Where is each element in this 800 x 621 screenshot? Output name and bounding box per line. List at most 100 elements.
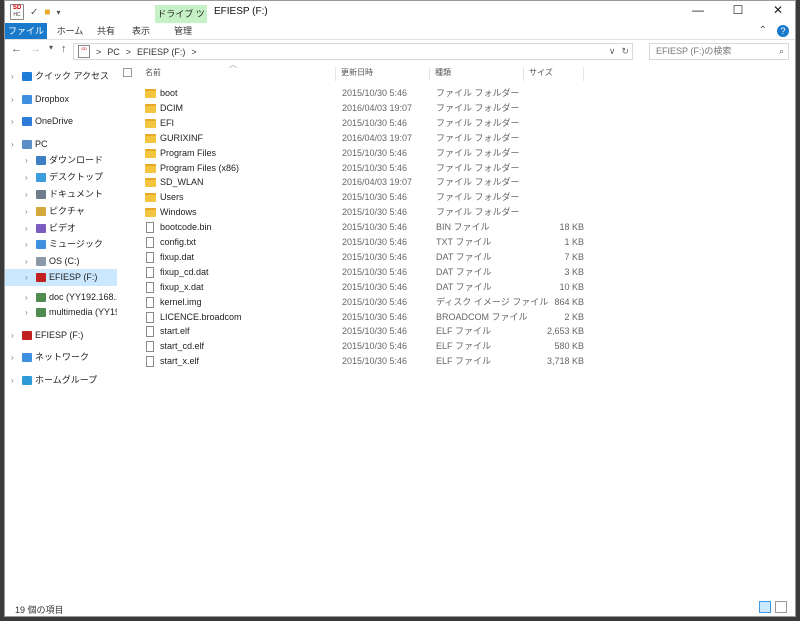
help-icon[interactable]: ? (777, 25, 789, 37)
tab-view[interactable]: 表示 (126, 23, 156, 39)
dropbox-icon (22, 95, 32, 104)
expand-chevron-icon[interactable]: › (11, 91, 14, 108)
sidebar-item[interactable]: › ネットワーク (5, 349, 117, 366)
sidebar-item[interactable]: › デスクトップ (5, 169, 117, 186)
file-row[interactable]: Windows 2015/10/30 5:46 ファイル フォルダー (123, 205, 583, 220)
expand-chevron-icon[interactable]: › (11, 327, 14, 344)
quick-access-toolbar: SD HC ✓ ■ ▾ (10, 4, 60, 20)
address-bar[interactable]: SD > PC > EFIESP (F:) > ∨ ↻ (73, 43, 633, 60)
file-row[interactable]: boot 2015/10/30 5:46 ファイル フォルダー (123, 86, 583, 101)
file-icon (146, 251, 154, 263)
new-folder-icon[interactable]: ■ (44, 7, 50, 18)
sidebar-item[interactable]: › クイック アクセス (5, 68, 117, 85)
minimize-button[interactable]: — (689, 3, 707, 17)
sidebar-item[interactable]: › Dropbox (5, 91, 117, 108)
sidebar-item[interactable]: › ミュージック (5, 236, 117, 253)
expand-chevron-icon[interactable]: › (11, 349, 14, 366)
folder-icon (145, 118, 156, 128)
details-view-icon[interactable] (759, 601, 771, 613)
sidebar-item-label: PC (35, 139, 48, 149)
forward-arrow-icon[interactable]: → (30, 43, 41, 55)
file-date: 2015/10/30 5:46 (342, 162, 408, 173)
tab-manage[interactable]: 管理 (165, 23, 201, 39)
sidebar-item[interactable]: › ホームグループ (5, 372, 117, 389)
file-row[interactable]: EFI 2015/10/30 5:46 ファイル フォルダー (123, 116, 583, 131)
expand-chevron-icon[interactable]: › (11, 68, 14, 85)
column-name[interactable]: 名前 (145, 67, 336, 81)
expand-chevron-icon[interactable]: › (25, 186, 28, 203)
title-bar: SDHC ✓ ■ ▾ ドライブ ツール EFIESP (F:) — ☐ ✕ (5, 1, 795, 37)
search-icon[interactable]: ⌕ (779, 44, 784, 59)
file-date: 2015/10/30 5:46 (342, 251, 408, 262)
address-row: ← → ▾ ↑ SD > PC > EFIESP (F:) > ∨ ↻ EFIE… (5, 40, 795, 62)
file-row[interactable]: SD_WLAN 2016/04/03 19:07 ファイル フォルダー (123, 175, 583, 190)
close-button[interactable]: ✕ (769, 3, 787, 17)
expand-chevron-icon[interactable]: › (25, 304, 28, 321)
document-icon (36, 190, 46, 199)
breadcrumb-separator[interactable]: > (126, 47, 131, 57)
expand-chevron-icon[interactable]: › (11, 136, 14, 153)
large-icons-view-icon[interactable] (775, 601, 787, 613)
breadcrumb-pc[interactable]: PC (107, 47, 120, 57)
file-row[interactable]: start.elf 2015/10/30 5:46 ELF ファイル 2,653 KB (123, 324, 584, 339)
file-row[interactable]: bootcode.bin 2015/10/30 5:46 BIN ファイル 18 KB (123, 220, 584, 235)
recent-locations-chevron-icon[interactable]: ▾ (49, 43, 53, 55)
expand-chevron-icon[interactable]: › (25, 152, 28, 169)
sidebar-item[interactable]: › ピクチャ (5, 203, 117, 220)
expand-chevron-icon[interactable]: › (25, 253, 28, 270)
up-arrow-icon[interactable]: ↑ (61, 43, 67, 55)
breadcrumb-separator[interactable]: > (191, 47, 196, 57)
file-row[interactable]: config.txt 2015/10/30 5:46 TXT ファイル 1 KB (123, 235, 584, 250)
sidebar-item[interactable]: › OneDrive (5, 113, 117, 130)
expand-chevron-icon[interactable]: › (11, 372, 14, 389)
expand-chevron-icon[interactable]: › (25, 220, 28, 237)
sidebar-item[interactable]: › multimedia (YY192.1 (5, 304, 117, 321)
expand-chevron-icon[interactable]: › (25, 169, 28, 186)
expand-chevron-icon[interactable]: › (25, 269, 28, 286)
sidebar-item[interactable]: › ドキュメント (5, 186, 117, 203)
sidebar-item[interactable]: › EFIESP (F:) (5, 269, 117, 286)
drive-tools-contextual-tab[interactable]: ドライブ ツール (155, 5, 207, 37)
file-row[interactable]: Users 2015/10/30 5:46 ファイル フォルダー (123, 190, 583, 205)
sidebar-item[interactable]: › PC (5, 136, 117, 153)
customize-toolbar-chevron-icon[interactable]: ▾ (56, 8, 60, 17)
search-input[interactable]: EFIESP (F:)の検索 ⌕ (649, 43, 789, 60)
column-size[interactable]: サイズ (529, 67, 584, 81)
tab-file[interactable]: ファイル (5, 23, 47, 39)
expand-chevron-icon[interactable]: › (11, 113, 14, 130)
explorer-window: SDHC ✓ ■ ▾ ドライブ ツール EFIESP (F:) — ☐ ✕ ファ… (4, 0, 796, 617)
chevron-up-icon[interactable]: ⌃ (759, 25, 767, 37)
maximize-button[interactable]: ☐ (729, 3, 747, 17)
sidebar-item[interactable]: › ビデオ (5, 220, 117, 237)
tab-home[interactable]: ホーム (55, 23, 85, 39)
file-row[interactable]: Program Files (x86) 2015/10/30 5:46 ファイル フ… (123, 161, 583, 176)
sidebar-item[interactable]: › EFIESP (F:) (5, 327, 117, 344)
file-row[interactable]: fixup_x.dat 2015/10/30 5:46 DAT ファイル 10 KB (123, 280, 584, 295)
refresh-icon[interactable]: ↻ (621, 46, 629, 57)
back-arrow-icon[interactable]: ← (11, 43, 22, 55)
file-row[interactable]: fixup_cd.dat 2015/10/30 5:46 DAT ファイル 3 KB (123, 265, 584, 280)
expand-chevron-icon[interactable]: › (25, 203, 28, 220)
expand-chevron-icon[interactable]: › (25, 236, 28, 253)
sidebar-item-label: OneDrive (35, 116, 74, 126)
breadcrumb-efiesp[interactable]: EFIESP (F:) (137, 47, 185, 57)
file-row[interactable]: GURIXINF 2016/04/03 19:07 ファイル フォルダー (123, 131, 583, 146)
status-bar: 19 個の項目 (5, 598, 795, 616)
file-row[interactable]: start_x.elf 2015/10/30 5:46 ELF ファイル 3,718 … (123, 354, 584, 369)
file-row[interactable]: Program Files 2015/10/30 5:46 ファイル フォルダー (123, 146, 583, 161)
tab-share[interactable]: 共有 (91, 23, 121, 39)
properties-icon[interactable]: ✓ (30, 7, 38, 18)
sd-card-icon (22, 331, 32, 340)
file-row[interactable]: DCIM 2016/04/03 19:07 ファイル フォルダー (123, 101, 583, 116)
file-row[interactable]: LICENCE.broadcom 2015/10/30 5:46 BROADCOM … (123, 310, 584, 325)
sidebar-item[interactable]: › ダウンロード (5, 152, 117, 169)
file-row[interactable]: fixup.dat 2015/10/30 5:46 DAT ファイル 7 KB (123, 250, 584, 265)
file-row[interactable]: kernel.img 2015/10/30 5:46 ディスク イメージ ファイル 8… (123, 295, 584, 310)
address-dropdown-chevron-icon[interactable]: ∨ (609, 46, 616, 57)
file-date: 2015/10/30 5:46 (342, 117, 408, 128)
column-date[interactable]: 更新日時 (341, 67, 430, 81)
select-all-checkbox[interactable] (123, 67, 135, 81)
column-type[interactable]: 種類 (435, 67, 524, 81)
file-row[interactable]: start_cd.elf 2015/10/30 5:46 ELF ファイル 580 K… (123, 339, 584, 354)
sidebar-item[interactable]: › OS (C:) (5, 253, 117, 270)
